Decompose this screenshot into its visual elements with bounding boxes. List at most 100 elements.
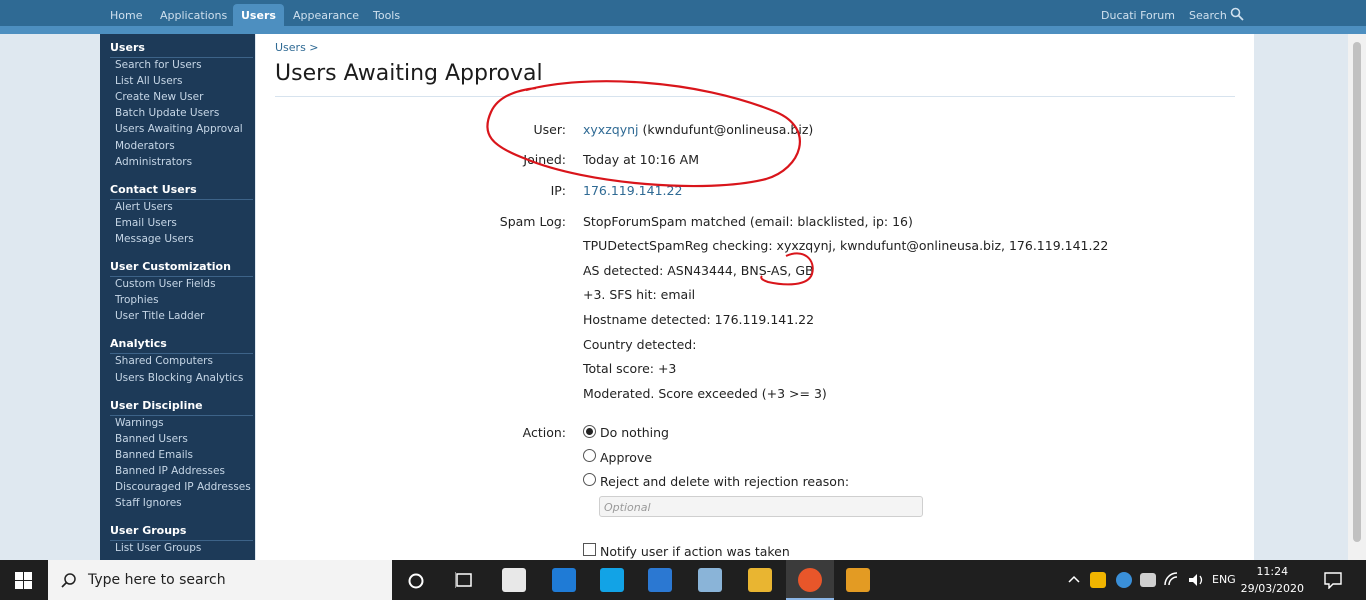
sidebar-item-batch-update[interactable]: Batch Update Users	[115, 107, 219, 119]
tab-applications[interactable]: Applications	[160, 0, 227, 26]
sidebar-item-shared-computers[interactable]: Shared Computers	[115, 355, 213, 367]
joined-label: Joined:	[523, 152, 566, 167]
sidebar-item-title-ladder[interactable]: User Title Ladder	[115, 310, 205, 322]
notify-label[interactable]: Notify user if action was taken	[600, 544, 790, 559]
spam-log-line: Country detected:	[583, 337, 697, 352]
sidebar-item-banned-users[interactable]: Banned Users	[115, 433, 188, 445]
sidebar-item-warnings[interactable]: Warnings	[115, 417, 164, 429]
sidebar-heading-contact: Contact Users	[110, 183, 197, 196]
sidebar-item-custom-fields[interactable]: Custom User Fields	[115, 278, 216, 290]
joined-value: Today at 10:16 AM	[583, 152, 699, 167]
taskbar: Type here to search ENG 11:24 29/03/2020	[0, 560, 1366, 600]
volume-icon[interactable]	[1188, 572, 1206, 588]
sidebar-divider	[110, 540, 253, 541]
spam-log-line: TPUDetectSpamReg checking: xyxzqynj, kwn…	[583, 238, 1109, 253]
scrollbar[interactable]	[1348, 34, 1366, 560]
forum-link[interactable]: Ducati Forum	[1101, 0, 1175, 26]
spam-log-line: AS detected: ASN43444, BNS-AS, GB	[583, 263, 814, 278]
username-link[interactable]: xyxzqynj	[583, 122, 638, 137]
taskbar-search-text: Type here to search	[88, 572, 226, 588]
sidebar-item-blocking-analytics[interactable]: Users Blocking Analytics	[115, 372, 243, 384]
sidebar-divider	[110, 353, 253, 354]
notify-checkbox[interactable]	[583, 543, 596, 556]
tab-home[interactable]: Home	[110, 0, 142, 26]
scrollbar-thumb[interactable]	[1353, 42, 1361, 542]
firefox-icon	[798, 568, 822, 592]
sidebar-heading-user-groups: User Groups	[110, 524, 187, 537]
skype-icon[interactable]	[600, 568, 624, 592]
spam-log-label: Spam Log:	[499, 214, 566, 229]
action-label: Action:	[522, 425, 566, 440]
search-icon	[1230, 7, 1244, 21]
radio-reject[interactable]	[583, 473, 596, 486]
paint-icon[interactable]	[698, 568, 722, 592]
search-icon	[61, 573, 76, 588]
sidebar-item-moderators[interactable]: Moderators	[115, 140, 175, 152]
nav-subbar	[0, 26, 1366, 34]
tray-app-icon[interactable]	[1090, 572, 1106, 588]
reject-label[interactable]: Reject and delete with rejection reason:	[600, 474, 849, 489]
task-view-icon[interactable]	[455, 572, 473, 588]
sidebar-divider	[110, 276, 253, 277]
sidebar-heading-customization: User Customization	[110, 260, 231, 273]
sidebar-item-discouraged-ips[interactable]: Discouraged IP Addresses	[115, 481, 251, 493]
battery-icon[interactable]	[1140, 573, 1156, 587]
spam-log-line: Hostname detected: 176.119.141.22	[583, 312, 815, 327]
radio-approve[interactable]	[583, 449, 596, 462]
sidebar-item-list-users[interactable]: List All Users	[115, 75, 182, 87]
notifications-icon[interactable]	[1324, 571, 1342, 589]
page-title: Users Awaiting Approval	[275, 61, 543, 86]
language-indicator[interactable]: ENG	[1212, 573, 1236, 586]
breadcrumb[interactable]: Users >	[275, 41, 319, 54]
sidebar-item-administrators[interactable]: Administrators	[115, 156, 192, 168]
search-label: Search	[1189, 9, 1227, 22]
file-explorer-icon[interactable]	[748, 568, 772, 592]
top-navigation: Home Applications Users Appearance Tools…	[0, 0, 1366, 26]
clock[interactable]: 11:24 29/03/2020	[1241, 563, 1304, 597]
clock-time: 11:24	[1256, 565, 1289, 578]
firefox-taskbar-button[interactable]	[786, 560, 834, 600]
spam-log-line: Moderated. Score exceeded (+3 >= 3)	[583, 386, 827, 401]
main-content: Users > Users Awaiting Approval User: xy…	[256, 34, 1254, 560]
store-icon[interactable]	[502, 568, 526, 592]
sidebar: Users Search for Users List All Users Cr…	[100, 34, 255, 560]
do-nothing-label[interactable]: Do nothing	[600, 425, 669, 440]
cortana-icon[interactable]	[408, 573, 424, 589]
sidebar-item-email-users[interactable]: Email Users	[115, 217, 177, 229]
sidebar-item-trophies[interactable]: Trophies	[115, 294, 159, 306]
sidebar-item-banned-ips[interactable]: Banned IP Addresses	[115, 465, 225, 477]
ip-label: IP:	[550, 183, 566, 198]
search-link[interactable]: Search	[1189, 0, 1244, 26]
user-email: (kwndufunt@onlineusa.biz)	[642, 122, 814, 137]
windows-start-icon[interactable]	[15, 572, 32, 589]
sidebar-item-create-user[interactable]: Create New User	[115, 91, 203, 103]
user-label: User:	[533, 122, 566, 137]
sidebar-item-search-users[interactable]: Search for Users	[115, 59, 202, 71]
taskbar-search[interactable]: Type here to search	[48, 560, 392, 600]
tab-tools[interactable]: Tools	[373, 0, 400, 26]
sidebar-divider	[110, 415, 253, 416]
sidebar-item-staff-ignores[interactable]: Staff Ignores	[115, 497, 182, 509]
sidebar-item-banned-emails[interactable]: Banned Emails	[115, 449, 193, 461]
onedrive-icon[interactable]	[1116, 572, 1132, 588]
radio-do-nothing[interactable]	[583, 425, 596, 438]
tab-appearance[interactable]: Appearance	[293, 0, 359, 26]
sidebar-item-awaiting-approval[interactable]: Users Awaiting Approval	[115, 123, 243, 135]
approve-label[interactable]: Approve	[600, 450, 652, 465]
sidebar-heading-analytics: Analytics	[110, 337, 167, 350]
rejection-reason-input[interactable]: Optional	[599, 496, 923, 517]
sidebar-item-message-users[interactable]: Message Users	[115, 233, 194, 245]
ip-link[interactable]: 176.119.141.22	[583, 183, 682, 198]
spam-log-line: +3. SFS hit: email	[583, 287, 696, 302]
spam-log-line: StopForumSpam matched (email: blackliste…	[583, 214, 913, 229]
outlook-icon[interactable]	[846, 568, 870, 592]
sidebar-item-alert-users[interactable]: Alert Users	[115, 201, 173, 213]
media-player-icon[interactable]	[648, 568, 672, 592]
spam-log-line: Total score: +3	[583, 361, 677, 376]
sidebar-item-list-groups[interactable]: List User Groups	[115, 542, 201, 554]
tab-users[interactable]: Users	[233, 4, 284, 26]
sidebar-heading-users: Users	[110, 41, 145, 54]
edge-icon[interactable]	[552, 568, 576, 592]
wifi-icon[interactable]	[1164, 572, 1180, 588]
show-hidden-icons[interactable]	[1068, 574, 1080, 584]
